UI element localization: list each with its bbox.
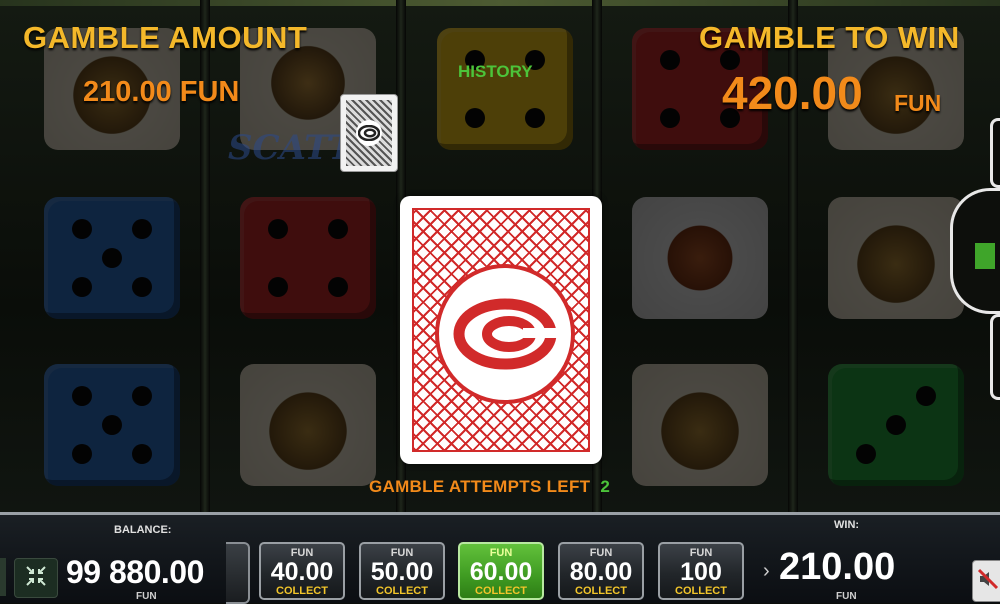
scatter-symbol-text: SCATT (228, 128, 354, 168)
left-edge-button[interactable] (0, 558, 6, 596)
bet-option-value: 40.00 (270, 558, 334, 586)
swirl-logo-icon (356, 120, 382, 146)
gamble-card[interactable] (400, 196, 602, 464)
gamble-attempts: GAMBLE ATTEMPTS LEFT 2 (369, 477, 610, 497)
gamble-attempts-value: 2 (600, 477, 611, 496)
top-frame-strip (0, 0, 1000, 6)
side-play-button[interactable] (950, 188, 1000, 314)
bet-option-value: 80.00 (569, 558, 633, 586)
blue-die-five (44, 364, 180, 486)
win-currency: FUN (836, 591, 857, 602)
play-icon (975, 243, 995, 269)
card-back-pattern (412, 208, 590, 452)
bet-option-button[interactable]: FUN 100 COLLECT (658, 542, 744, 600)
bet-option-button[interactable]: FUN 50.00 COLLECT (359, 542, 445, 600)
gamble-to-win-label: GAMBLE TO WIN (699, 20, 960, 55)
speaker-muted-icon (977, 568, 999, 595)
sound-toggle-button[interactable] (972, 560, 1000, 602)
gamble-to-win-currency: FUN (894, 90, 942, 116)
bet-option-partial[interactable] (226, 542, 250, 604)
bet-option-collect-label: COLLECT (475, 585, 527, 597)
gamble-to-win-value: 420.00 (722, 67, 863, 119)
yellow-die-four (437, 28, 573, 150)
history-label: HISTORY (458, 62, 533, 81)
background-symbol-chest (828, 197, 964, 319)
history-card (340, 94, 398, 172)
win-value: 210.00 (779, 546, 896, 588)
bet-option-collect-label: COLLECT (675, 585, 727, 597)
bet-option-value: 60.00 (469, 558, 533, 586)
bet-option-value: 50.00 (370, 558, 434, 586)
background-symbol-maiden (632, 197, 768, 319)
chevron-right-icon: › (763, 560, 770, 582)
balance-label: BALANCE: (114, 524, 172, 536)
swirl-logo-icon (435, 264, 575, 404)
side-edge-button[interactable] (990, 314, 1000, 400)
fullscreen-button[interactable] (14, 558, 58, 598)
red-die-four (240, 197, 376, 319)
bet-option-value: 100 (680, 558, 722, 586)
side-edge-button[interactable] (990, 118, 1000, 188)
bet-option-button[interactable]: FUN 40.00 COLLECT (259, 542, 345, 600)
bet-option-collect-label: COLLECT (376, 585, 428, 597)
bet-option-collect-label: COLLECT (575, 585, 627, 597)
background-symbol-chest (240, 364, 376, 486)
collapse-arrows-icon (25, 565, 47, 592)
gamble-attempts-label: GAMBLE ATTEMPTS LEFT (369, 477, 591, 496)
gamble-amount-label: GAMBLE AMOUNT (23, 20, 308, 55)
bet-option-button[interactable]: FUN 60.00 COLLECT (458, 542, 544, 600)
balance-currency: FUN (136, 591, 157, 602)
bet-option-collect-label: COLLECT (276, 585, 328, 597)
blue-die-five (44, 197, 180, 319)
win-label: WIN: (834, 519, 860, 531)
background-symbol-gold (632, 364, 768, 486)
bet-option-button[interactable]: FUN 80.00 COLLECT (558, 542, 644, 600)
gamble-amount-value: 210.00 FUN (83, 76, 240, 108)
green-die-three (828, 364, 964, 486)
balance-value: 99 880.00 (66, 554, 204, 590)
